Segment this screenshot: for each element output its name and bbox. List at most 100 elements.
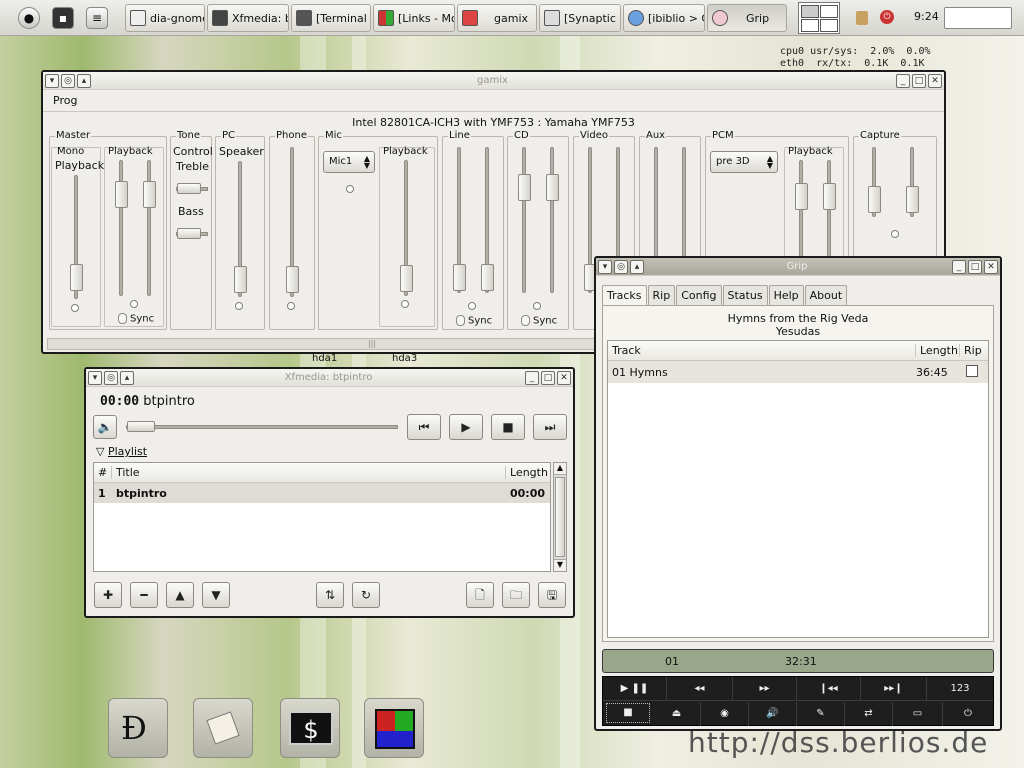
task-browser[interactable]: [ibiblio > Co [623,4,705,32]
minimize-icon[interactable]: _ [525,370,539,385]
stick-icon[interactable]: ◎ [104,370,118,385]
rip-checkbox[interactable] [966,364,978,377]
table-row[interactable]: 01 Hymns 36:45 [608,361,988,383]
run-command-input[interactable] [944,7,1012,29]
tab-help[interactable]: Help [768,285,804,305]
minimize-icon[interactable]: _ [896,73,910,88]
toggle-button[interactable]: ⇄ [845,702,893,726]
remove-button[interactable]: ━ [130,582,158,608]
stick-icon[interactable]: ◎ [61,73,75,88]
sync-toggle[interactable]: Sync [521,315,557,327]
eject-button[interactable]: ⏏ [653,702,701,726]
pc-speaker-slider[interactable] [234,161,247,297]
mute-toggle[interactable] [401,300,409,308]
playlist-expander[interactable]: ▽ Playlist [96,445,147,458]
tab-status[interactable]: Status [722,285,768,305]
capture-toggle[interactable] [891,230,899,238]
scroll-thumb[interactable] [555,477,565,557]
col-length[interactable]: Length [916,344,960,357]
mute-toggle[interactable] [468,302,476,310]
seek-slider[interactable] [126,421,398,432]
repeat-button[interactable]: ↻ [352,582,380,608]
master-left-slider[interactable] [115,160,128,296]
editor-launcher-icon[interactable] [193,698,253,758]
col-title[interactable]: Title [112,466,506,479]
tab-config[interactable]: Config [676,285,722,305]
master-right-slider[interactable] [143,160,156,296]
table-row[interactable]: 1 btpintro 00:00 [94,483,550,503]
next-track-button[interactable]: ▸▸❙ [861,677,927,701]
mic-source-select[interactable]: Mic1 ▲ ▼ [323,151,375,173]
task-grip[interactable]: Grip [707,4,787,32]
mic-toggle[interactable] [346,185,354,193]
stop-button[interactable]: ■ [491,414,525,440]
tab-rip[interactable]: Rip [647,285,676,305]
cd-left-slider[interactable] [518,147,531,293]
workspace-pager[interactable] [798,2,840,34]
play-button[interactable]: ▶ [449,414,483,440]
mono-slider-track[interactable] [70,175,83,299]
menu-launcher-icon[interactable]: ● [18,7,40,29]
bass-slider[interactable] [176,228,208,239]
track-number-button[interactable]: 123 [927,677,993,701]
tab-tracks[interactable]: Tracks [602,285,647,307]
mute-toggle[interactable] [235,302,243,310]
volume-icon[interactable]: 🔈 [93,415,117,439]
slider-thumb[interactable] [70,264,83,291]
tab-about[interactable]: About [804,285,848,305]
video-left-slider[interactable] [584,147,597,293]
stick-icon[interactable]: ◎ [614,259,628,274]
lock-icon[interactable] [856,11,868,25]
previous-button[interactable]: ⏮ [407,414,441,440]
scroll-down-icon[interactable]: ▼ [554,559,566,571]
maximize-icon[interactable]: □ [912,73,926,88]
album-title[interactable]: Hymns from the Rig Veda [603,312,993,325]
close-icon[interactable]: ✕ [984,259,998,274]
rewind-button[interactable]: ◂◂ [667,677,733,701]
close-icon[interactable]: ✕ [557,370,571,385]
mic-playback-slider[interactable] [400,160,413,296]
shuffle-button[interactable]: ⇅ [316,582,344,608]
move-up-button[interactable]: ▲ [166,582,194,608]
stop-button[interactable]: ■ [606,703,650,723]
mute-toggle[interactable] [130,300,138,308]
settings-launcher-icon[interactable]: ≡ [86,7,108,29]
phone-slider[interactable] [286,147,299,297]
minimize-mode-button[interactable]: ▭ [893,702,943,726]
col-rip[interactable]: Rip [960,344,988,357]
task-gamix[interactable]: gamix [457,4,537,32]
maximize-icon[interactable]: □ [541,370,555,385]
dia-launcher-icon[interactable]: Đ [108,698,168,758]
sync-toggle[interactable]: Sync [118,313,154,325]
next-button[interactable]: ⏭ [533,414,567,440]
vertical-scrollbar[interactable]: ▲ ▼ [553,462,567,572]
task-dia[interactable]: dia-gnome ( [125,4,205,32]
mute-toggle[interactable] [71,304,79,312]
task-links[interactable]: [Links - Mon [373,4,455,32]
window-menu-icon[interactable]: ▾ [45,73,59,88]
line-left-slider[interactable] [453,147,466,293]
play-pause-button[interactable]: ▶ ❚❚ [603,677,667,701]
capture-right-slider[interactable] [906,147,919,217]
xfce-launcher-icon[interactable] [364,698,424,758]
save-playlist-button[interactable]: 🖫 [538,582,566,608]
power-icon[interactable]: ⏻ [880,10,894,24]
shade-icon[interactable]: ▴ [630,259,644,274]
window-menu-icon[interactable]: ▾ [88,370,102,385]
treble-slider[interactable] [176,183,208,194]
fast-forward-button[interactable]: ▸▸ [733,677,797,701]
previous-track-button[interactable]: ❙◂◂ [797,677,861,701]
album-artist[interactable]: Yesudas [603,325,993,338]
capture-left-slider[interactable] [868,147,881,217]
shade-icon[interactable]: ▴ [77,73,91,88]
col-length[interactable]: Length [506,466,550,479]
maximize-icon[interactable]: □ [968,259,982,274]
col-track[interactable]: Track [608,344,916,357]
pcm-3d-select[interactable]: pre 3D ▲ ▼ [710,151,778,173]
task-xfmedia[interactable]: Xfmedia: btp [207,4,289,32]
mute-toggle[interactable] [533,302,541,310]
seek-thumb[interactable] [127,421,155,432]
window-menu-icon[interactable]: ▾ [598,259,612,274]
exit-button[interactable]: ⏻ [943,702,993,726]
cd-right-slider[interactable] [546,147,559,293]
